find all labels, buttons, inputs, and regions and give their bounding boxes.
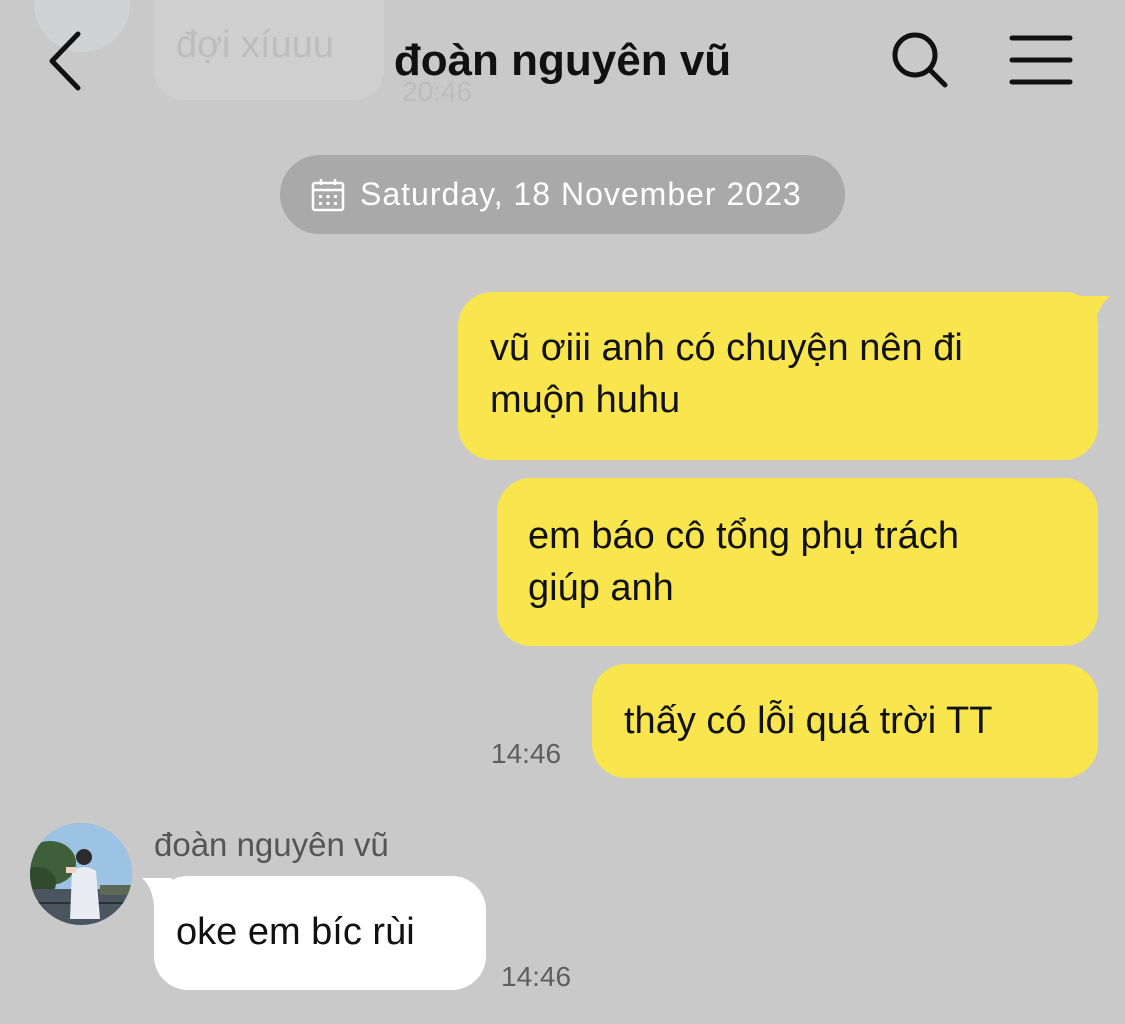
- back-button[interactable]: [30, 26, 100, 96]
- avatar-photo: [30, 823, 132, 925]
- calendar-icon: [311, 178, 345, 211]
- sender-avatar[interactable]: [30, 823, 132, 925]
- menu-button[interactable]: [1002, 24, 1080, 96]
- date-label: Saturday, 18 November 2023: [360, 176, 802, 212]
- message-line: giúp anh: [528, 567, 674, 609]
- message-line: oke em bíc rùi: [176, 911, 415, 953]
- message-line: muộn huhu: [490, 379, 681, 421]
- outgoing-message[interactable]: thấy có lỗi quá trời TT: [592, 664, 1098, 778]
- sender-name: đoàn nguyên vũ: [154, 826, 389, 863]
- chat-title: đoàn nguyên vũ: [393, 36, 732, 85]
- message-line: thấy có lỗi quá trời TT: [624, 700, 993, 742]
- search-icon: [892, 32, 948, 88]
- message-timestamp: 14:46: [501, 961, 572, 992]
- message-line: em báo cô tổng phụ trách: [528, 515, 959, 557]
- outgoing-message[interactable]: vũ ơiii anh có chuyện nên đi muộn huhu: [458, 292, 1098, 460]
- chevron-left-icon: [49, 31, 81, 91]
- message-line: vũ ơiii anh có chuyện nên đi: [490, 327, 963, 369]
- hamburger-menu-icon: [1009, 35, 1073, 85]
- message-timestamp: 14:46: [491, 738, 562, 769]
- outgoing-message[interactable]: em báo cô tổng phụ trách giúp anh: [497, 478, 1098, 646]
- incoming-message[interactable]: oke em bíc rùi: [154, 876, 486, 990]
- search-button[interactable]: [884, 24, 956, 96]
- date-separator: Saturday, 18 November 2023: [280, 155, 845, 234]
